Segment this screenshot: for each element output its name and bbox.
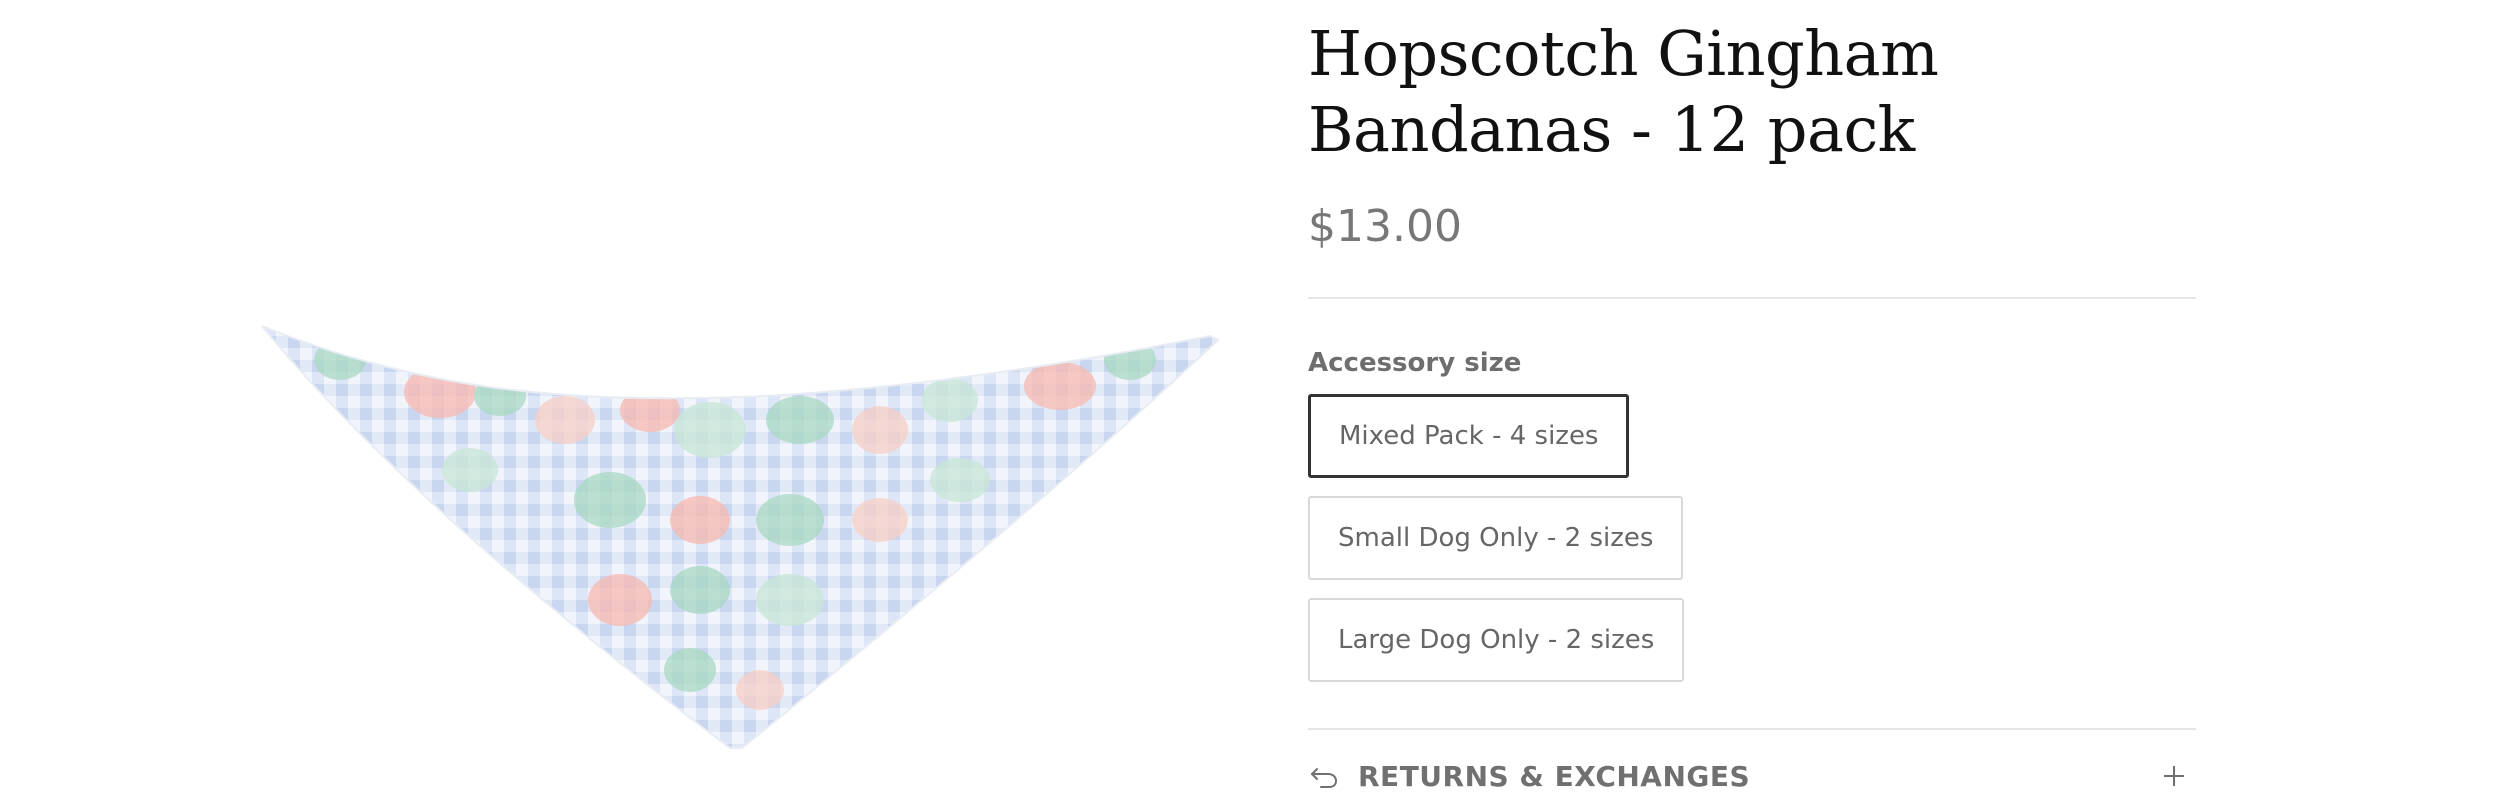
accessory-size-options: Mixed Pack - 4 sizes Small Dog Only - 2 …	[1308, 394, 2008, 682]
plus-icon[interactable]	[2162, 764, 2186, 788]
return-arrow-icon	[1308, 760, 1340, 792]
returns-accordion-title: RETURNS & EXCHANGES	[1358, 759, 1751, 793]
accessory-size-label: Accessory size	[1308, 348, 1522, 378]
product-media	[0, 0, 1300, 800]
product-price: $13.00	[1308, 201, 1462, 252]
product-info: Hopscotch Gingham Bandanas - 12 pack $13…	[1308, 0, 2198, 800]
variant-large-dog-button[interactable]: Large Dog Only - 2 sizes	[1308, 598, 1685, 682]
product-title: Hopscotch Gingham Bandanas - 12 pack	[1308, 17, 1939, 166]
bandana-image[interactable]	[0, 0, 1300, 800]
divider	[1308, 297, 2196, 299]
returns-accordion[interactable]: RETURNS & EXCHANGES	[1308, 730, 2196, 800]
variant-small-dog-button[interactable]: Small Dog Only - 2 sizes	[1308, 496, 1684, 580]
variant-mixed-pack-button[interactable]: Mixed Pack - 4 sizes	[1308, 394, 1630, 478]
